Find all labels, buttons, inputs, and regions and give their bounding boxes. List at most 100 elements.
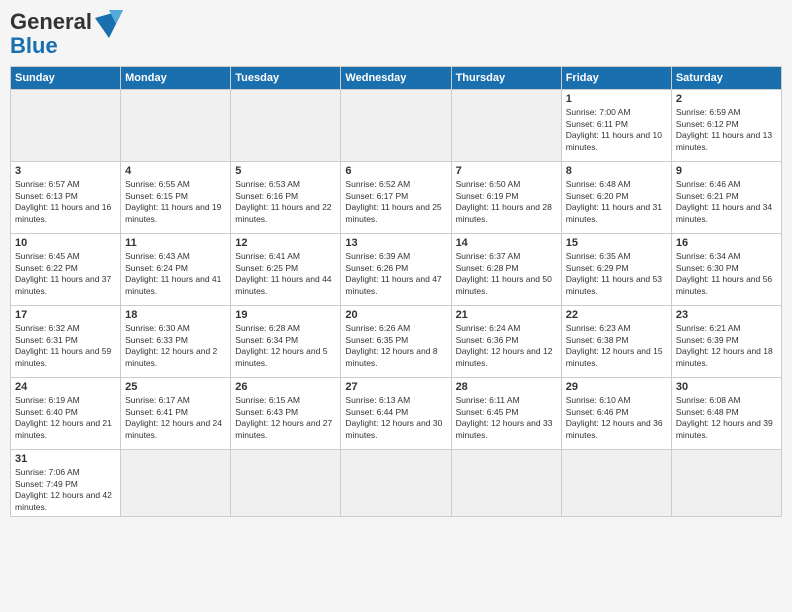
calendar-cell: 6 Sunrise: 6:52 AMSunset: 6:17 PMDaylight… [341, 162, 451, 234]
weekday-header-thursday: Thursday [451, 67, 561, 90]
day-info: Sunrise: 6:55 AMSunset: 6:15 PMDaylight:… [125, 179, 226, 225]
calendar-cell: 30Sunrise: 6:08 AMSunset: 6:48 PMDayligh… [671, 378, 781, 450]
calendar-cell [231, 90, 341, 162]
weekday-header-monday: Monday [121, 67, 231, 90]
calendar-cell: 25 Sunrise: 6:17 AMSunset: 6:41 PMDayligh… [121, 378, 231, 450]
day-info: Sunrise: 6:46 AMSunset: 6:21 PMDaylight:… [676, 179, 777, 225]
logo: General Blue [10, 10, 123, 58]
calendar-cell: 28Sunrise: 6:11 AMSunset: 6:45 PMDayligh… [451, 378, 561, 450]
calendar-page: General Blue SundayMondayTuesdayWednesda… [0, 0, 792, 612]
day-number: 2 [676, 93, 777, 105]
calendar-cell [231, 450, 341, 517]
calendar-cell: 9 Sunrise: 6:46 AMSunset: 6:21 PMDaylight… [671, 162, 781, 234]
calendar-cell: 22 Sunrise: 6:23 AMSunset: 6:38 PMDayligh… [561, 306, 671, 378]
calendar-cell [561, 450, 671, 517]
logo-blue: Blue [10, 33, 58, 58]
weekday-header-row: SundayMondayTuesdayWednesdayThursdayFrid… [11, 67, 782, 90]
day-info: Sunrise: 6:50 AMSunset: 6:19 PMDaylight:… [456, 179, 557, 225]
calendar-cell: 17Sunrise: 6:32 AMSunset: 6:31 PMDayligh… [11, 306, 121, 378]
calendar-cell: 1Sunrise: 7:00 AMSunset: 6:11 PMDaylight… [561, 90, 671, 162]
calendar-cell: 11Sunrise: 6:43 AMSunset: 6:24 PMDayligh… [121, 234, 231, 306]
calendar-cell: 26 Sunrise: 6:15 AMSunset: 6:43 PMDayligh… [231, 378, 341, 450]
day-number: 15 [566, 237, 667, 249]
day-number: 3 [15, 165, 116, 177]
day-number: 25 [125, 381, 226, 393]
day-info: Sunrise: 6:34 AMSunset: 6:30 PMDaylight:… [676, 251, 777, 297]
week-row-4: 17Sunrise: 6:32 AMSunset: 6:31 PMDayligh… [11, 306, 782, 378]
day-info: Sunrise: 6:24 AMSunset: 6:36 PMDaylight:… [456, 323, 557, 369]
day-number: 23 [676, 309, 777, 321]
calendar-cell: 2 Sunrise: 6:59 AMSunset: 6:12 PMDaylight… [671, 90, 781, 162]
day-number: 17 [15, 309, 116, 321]
day-info: Sunrise: 6:53 AMSunset: 6:16 PMDaylight:… [235, 179, 336, 225]
day-info: Sunrise: 6:28 AMSunset: 6:34 PMDaylight:… [235, 323, 336, 369]
day-number: 18 [125, 309, 226, 321]
day-number: 9 [676, 165, 777, 177]
week-row-2: 3 Sunrise: 6:57 AMSunset: 6:13 PMDaylight… [11, 162, 782, 234]
day-number: 4 [125, 165, 226, 177]
weekday-header-friday: Friday [561, 67, 671, 90]
day-number: 6 [345, 165, 446, 177]
calendar-cell: 29Sunrise: 6:10 AMSunset: 6:46 PMDayligh… [561, 378, 671, 450]
logo-area: General Blue [10, 10, 123, 58]
day-info: Sunrise: 6:59 AMSunset: 6:12 PMDaylight:… [676, 107, 777, 153]
day-number: 12 [235, 237, 336, 249]
day-info: Sunrise: 6:35 AMSunset: 6:29 PMDaylight:… [566, 251, 667, 297]
day-info: Sunrise: 6:37 AMSunset: 6:28 PMDaylight:… [456, 251, 557, 297]
day-info: Sunrise: 6:48 AMSunset: 6:20 PMDaylight:… [566, 179, 667, 225]
day-info: Sunrise: 6:21 AMSunset: 6:39 PMDaylight:… [676, 323, 777, 369]
calendar-table: SundayMondayTuesdayWednesdayThursdayFrid… [10, 66, 782, 517]
weekday-header-tuesday: Tuesday [231, 67, 341, 90]
day-number: 11 [125, 237, 226, 249]
day-info: Sunrise: 6:26 AMSunset: 6:35 PMDaylight:… [345, 323, 446, 369]
day-info: Sunrise: 6:19 AMSunset: 6:40 PMDaylight:… [15, 395, 116, 441]
day-info: Sunrise: 6:57 AMSunset: 6:13 PMDaylight:… [15, 179, 116, 225]
day-info: Sunrise: 6:41 AMSunset: 6:25 PMDaylight:… [235, 251, 336, 297]
weekday-header-wednesday: Wednesday [341, 67, 451, 90]
day-info: Sunrise: 6:15 AMSunset: 6:43 PMDaylight:… [235, 395, 336, 441]
calendar-cell: 10 Sunrise: 6:45 AMSunset: 6:22 PMDayligh… [11, 234, 121, 306]
day-number: 24 [15, 381, 116, 393]
calendar-cell: 24 Sunrise: 6:19 AMSunset: 6:40 PMDayligh… [11, 378, 121, 450]
day-info: Sunrise: 6:17 AMSunset: 6:41 PMDaylight:… [125, 395, 226, 441]
day-number: 16 [676, 237, 777, 249]
day-number: 20 [345, 309, 446, 321]
day-number: 13 [345, 237, 446, 249]
week-row-3: 10 Sunrise: 6:45 AMSunset: 6:22 PMDayligh… [11, 234, 782, 306]
day-number: 22 [566, 309, 667, 321]
calendar-cell: 21 Sunrise: 6:24 AMSunset: 6:36 PMDayligh… [451, 306, 561, 378]
day-number: 10 [15, 237, 116, 249]
calendar-cell: 27 Sunrise: 6:13 AMSunset: 6:44 PMDayligh… [341, 378, 451, 450]
day-number: 31 [15, 453, 116, 465]
day-number: 14 [456, 237, 557, 249]
calendar-cell [671, 450, 781, 517]
week-row-1: 1Sunrise: 7:00 AMSunset: 6:11 PMDaylight… [11, 90, 782, 162]
calendar-cell: 23 Sunrise: 6:21 AMSunset: 6:39 PMDayligh… [671, 306, 781, 378]
logo-general: General [10, 9, 92, 34]
day-info: Sunrise: 7:00 AMSunset: 6:11 PMDaylight:… [566, 107, 667, 153]
calendar-cell: 13Sunrise: 6:39 AMSunset: 6:26 PMDayligh… [341, 234, 451, 306]
calendar-cell: 31 Sunrise: 7:06 AMSunset: 7:49 PMDayligh… [11, 450, 121, 517]
calendar-cell [341, 450, 451, 517]
day-number: 29 [566, 381, 667, 393]
calendar-cell [451, 90, 561, 162]
day-number: 28 [456, 381, 557, 393]
day-info: Sunrise: 6:30 AMSunset: 6:33 PMDaylight:… [125, 323, 226, 369]
day-number: 21 [456, 309, 557, 321]
day-info: Sunrise: 6:52 AMSunset: 6:17 PMDaylight:… [345, 179, 446, 225]
day-number: 8 [566, 165, 667, 177]
calendar-cell [451, 450, 561, 517]
day-number: 26 [235, 381, 336, 393]
week-row-5: 24 Sunrise: 6:19 AMSunset: 6:40 PMDayligh… [11, 378, 782, 450]
weekday-header-sunday: Sunday [11, 67, 121, 90]
day-number: 7 [456, 165, 557, 177]
day-info: Sunrise: 6:23 AMSunset: 6:38 PMDaylight:… [566, 323, 667, 369]
calendar-cell: 12 Sunrise: 6:41 AMSunset: 6:25 PMDayligh… [231, 234, 341, 306]
day-info: Sunrise: 6:13 AMSunset: 6:44 PMDaylight:… [345, 395, 446, 441]
day-number: 27 [345, 381, 446, 393]
calendar-cell: 18 Sunrise: 6:30 AMSunset: 6:33 PMDayligh… [121, 306, 231, 378]
day-info: Sunrise: 7:06 AMSunset: 7:49 PMDaylight:… [15, 467, 116, 513]
calendar-cell: 16 Sunrise: 6:34 AMSunset: 6:30 PMDayligh… [671, 234, 781, 306]
day-info: Sunrise: 6:45 AMSunset: 6:22 PMDaylight:… [15, 251, 116, 297]
calendar-cell: 4 Sunrise: 6:55 AMSunset: 6:15 PMDaylight… [121, 162, 231, 234]
